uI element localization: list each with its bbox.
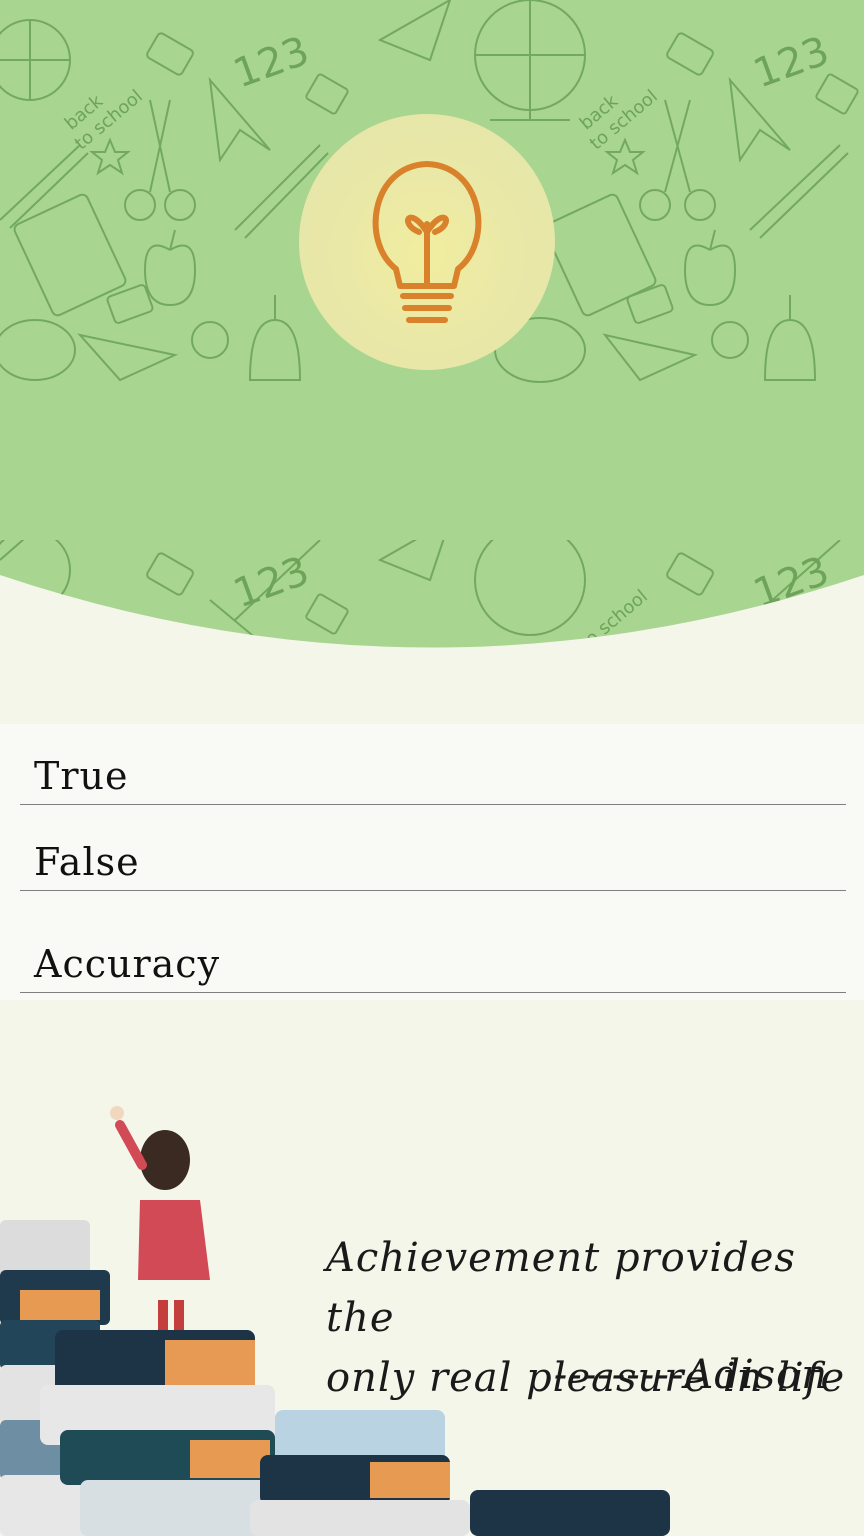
lightbulb-icon [372,161,482,323]
false-row: False [20,804,846,891]
stats-form: True False Accuracy [0,724,864,1000]
quote-author: ---------Adison [553,1352,828,1398]
false-label: False [34,840,140,884]
true-row: True [20,724,846,805]
svg-text:back: back [61,610,108,650]
quote-line-1: Achievement provides the [326,1235,796,1341]
header-banner: 123 123 123 123 back to school back to s… [0,0,864,650]
true-label: True [34,754,129,798]
accuracy-label: Accuracy [34,942,221,986]
lightbulb-badge [299,114,555,370]
accuracy-row: Accuracy [20,890,846,993]
